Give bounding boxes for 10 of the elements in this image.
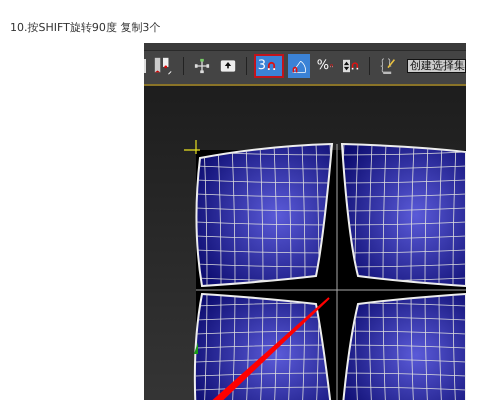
field-edge <box>144 58 146 72</box>
percent-snap-toggle[interactable]: % <box>314 54 336 78</box>
angle-snap-toggle[interactable] <box>288 54 310 78</box>
magnet-icon <box>351 61 360 70</box>
snap-toggle[interactable]: 3 <box>254 54 284 78</box>
selection-set-field[interactable]: 创建选择集 <box>406 58 466 72</box>
move-gizmo-icon <box>194 56 210 74</box>
magnet-icon <box>266 61 276 70</box>
step-caption: 10.按SHIFT旋转90度 复制3个 <box>9 20 162 36</box>
spinner-icon <box>343 58 350 72</box>
